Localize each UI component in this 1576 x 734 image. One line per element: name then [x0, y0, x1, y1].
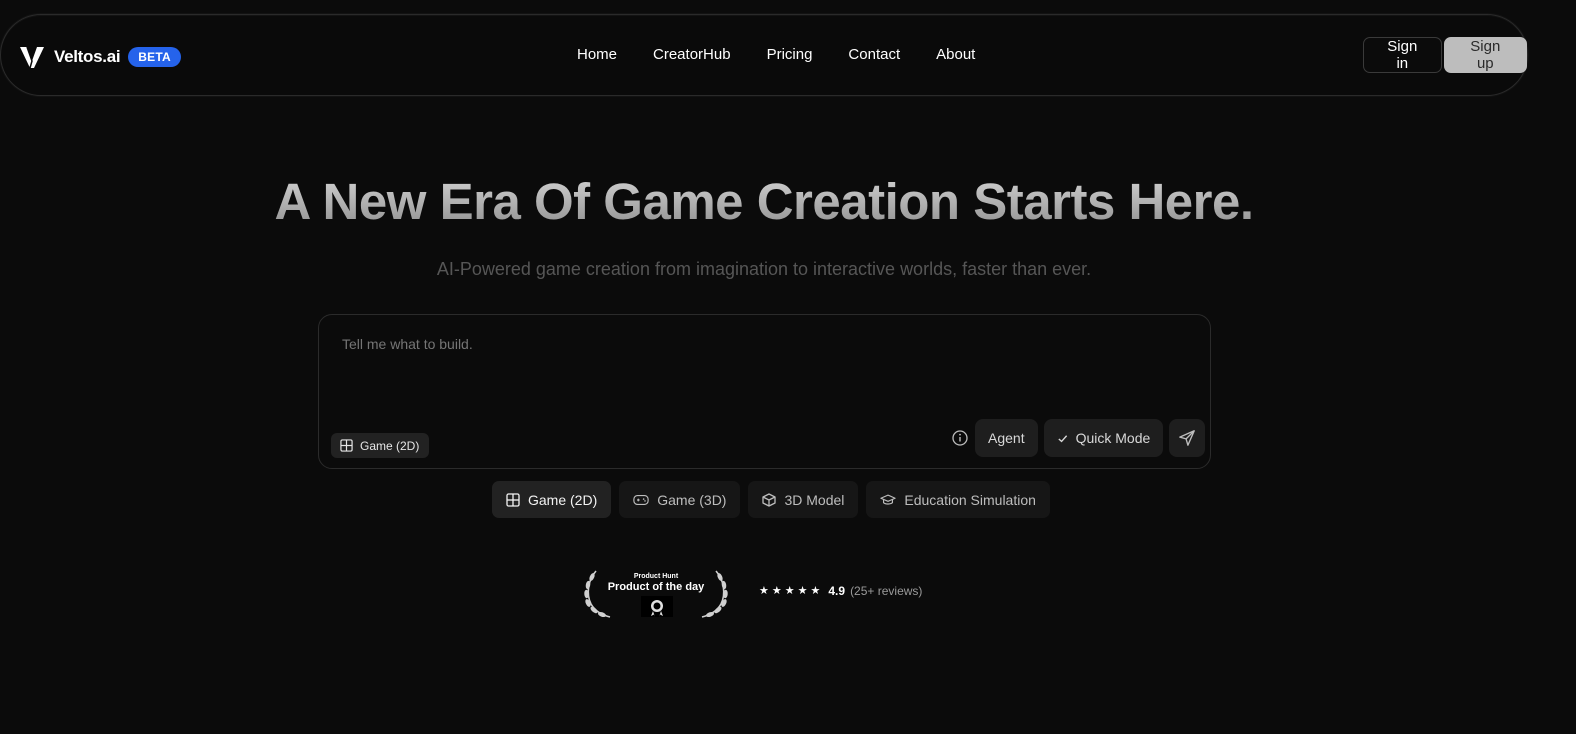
agent-label: Agent [988, 430, 1025, 446]
product-hunt-label: Product Hunt [633, 573, 679, 580]
star-icon: ★ [810, 585, 821, 597]
brand[interactable]: Veltos.ai BETA [19, 44, 181, 70]
medal-icon [651, 600, 663, 617]
hero-title: A New Era Of Game Creation Starts Here. [0, 172, 1528, 231]
mode-tabs: Game (2D) Game (3D) 3D Model Education S… [492, 481, 1050, 518]
star-icon: ★ [759, 585, 769, 597]
hero-subtitle: AI-Powered game creation from imaginatio… [436, 259, 1092, 279]
star-icon: ★ [797, 585, 808, 597]
beta-badge: BETA [128, 47, 181, 67]
star-icon: ★ [784, 585, 795, 597]
mode-tab-label: Game (3D) [657, 491, 727, 508]
mode-tab-label: Game (2D) [528, 491, 598, 508]
brand-name: Veltos.ai [54, 47, 121, 66]
mode-tab-game-3d[interactable]: Game (3D) [619, 481, 741, 518]
mode-tab-label: Education Simulation [904, 491, 1036, 508]
veltos-logo-icon [20, 46, 44, 69]
grid-icon [340, 439, 353, 452]
star-icon: ★ [771, 585, 782, 597]
quick-mode-label: Quick Mode [1075, 430, 1151, 446]
prompt-input[interactable] [342, 336, 942, 352]
mode-tab-game-2d[interactable]: Game (2D) [492, 481, 612, 518]
check-icon [1057, 434, 1067, 442]
selected-mode-label: Game (2D) [360, 438, 420, 453]
nav-link-home[interactable]: Home [577, 46, 617, 63]
grid-icon [506, 492, 520, 507]
rating-value: 4.9 [828, 584, 846, 598]
mode-tab-label: 3D Model [784, 491, 845, 508]
quick-mode-button[interactable]: Quick Mode [1043, 419, 1164, 457]
send-icon [1179, 430, 1196, 446]
sign-up-button[interactable]: Sign up [1443, 37, 1527, 73]
nav-link-contact[interactable]: Contact [848, 46, 900, 63]
rating: ★ ★ ★ ★ ★ 4.9 (25+ reviews) [759, 584, 922, 598]
top-navbar: Veltos.ai BETA Home CreatorHub Pricing C… [0, 14, 1528, 96]
nav-link-about[interactable]: About [936, 46, 975, 63]
product-of-the-day-label: Product of the day [607, 581, 705, 593]
medal-box [641, 596, 673, 617]
prompt-controls: Agent Quick Mode [951, 419, 1206, 457]
mode-tab-3d-model[interactable]: 3D Model [748, 481, 859, 518]
mode-tab-education-simulation[interactable]: Education Simulation [866, 481, 1050, 518]
cube-icon [762, 492, 777, 507]
auth-actions: Sign in Sign up [1363, 37, 1527, 73]
graduation-cap-icon [880, 494, 897, 505]
nav-link-creatorhub[interactable]: CreatorHub [653, 46, 731, 63]
selected-mode-chip[interactable]: Game (2D) [331, 433, 430, 458]
gamepad-icon [633, 494, 649, 505]
product-hunt-badge[interactable]: Product Hunt Product of the day [582, 566, 730, 620]
star-rating: ★ ★ ★ ★ ★ [759, 584, 820, 598]
agent-button[interactable]: Agent [975, 419, 1038, 457]
review-count: (25+ reviews) [850, 584, 923, 598]
nav-link-pricing[interactable]: Pricing [767, 46, 813, 63]
send-button[interactable] [1169, 419, 1206, 457]
info-icon[interactable] [951, 429, 969, 447]
sign-in-button[interactable]: Sign in [1363, 37, 1442, 73]
main-nav: Home CreatorHub Pricing Contact About [577, 46, 975, 63]
prompt-box: Game (2D) Agent Quick Mode [318, 314, 1211, 469]
